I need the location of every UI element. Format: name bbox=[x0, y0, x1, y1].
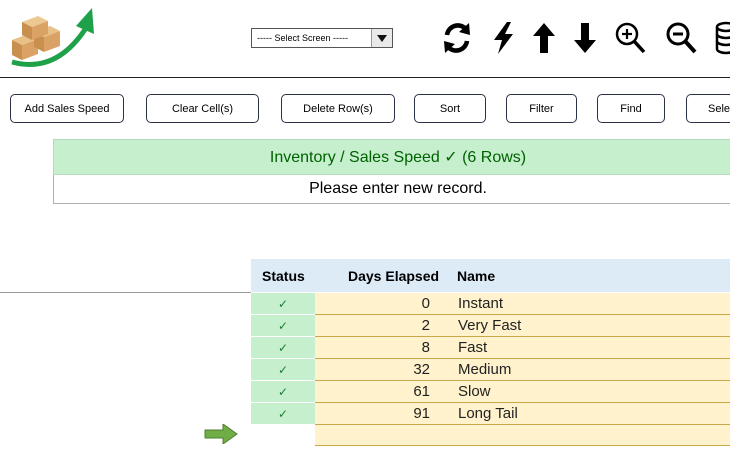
status-check-icon: ✓ bbox=[251, 381, 315, 403]
lightning-icon[interactable] bbox=[487, 20, 521, 56]
table-divider bbox=[0, 292, 251, 293]
delete-rows-button[interactable]: Delete Row(s) bbox=[281, 94, 395, 123]
filter-button[interactable]: Filter bbox=[506, 94, 577, 123]
chevron-down-icon[interactable] bbox=[371, 29, 392, 47]
table-row[interactable]: ✓ 8 Fast bbox=[251, 337, 730, 359]
table-row[interactable]: ✓ 32 Medium bbox=[251, 359, 730, 381]
status-check-icon: ✓ bbox=[251, 315, 315, 337]
table-banner: Inventory / Sales Speed ✓ (6 Rows) bbox=[53, 139, 730, 175]
add-sales-speed-button[interactable]: Add Sales Speed bbox=[10, 94, 124, 123]
screen-select[interactable]: ----- Select Screen ----- bbox=[251, 28, 393, 48]
boxes-growth-logo-icon bbox=[11, 8, 94, 67]
days-elapsed-cell[interactable]: 91 bbox=[315, 405, 430, 422]
status-check-icon: ✓ bbox=[251, 403, 315, 425]
app-logo bbox=[8, 6, 98, 72]
name-cell[interactable]: Long Tail bbox=[458, 405, 518, 422]
arrow-up-icon[interactable] bbox=[527, 20, 561, 56]
column-header-days-elapsed[interactable]: Days Elapsed bbox=[348, 268, 439, 284]
status-check-icon: ✓ bbox=[251, 337, 315, 359]
status-message: Please enter new record. bbox=[53, 175, 730, 204]
status-check-icon: ✓ bbox=[251, 293, 315, 315]
column-header-name[interactable]: Name bbox=[457, 268, 495, 284]
status-message-text: Please enter new record. bbox=[309, 180, 487, 197]
table-row[interactable]: ✓ 2 Very Fast bbox=[251, 315, 730, 337]
table-row[interactable]: ✓ 0 Instant bbox=[251, 293, 730, 315]
status-check-icon: ✓ bbox=[251, 359, 315, 381]
arrow-down-icon[interactable] bbox=[568, 20, 602, 56]
select-button[interactable]: Sele bbox=[686, 94, 730, 123]
days-elapsed-cell[interactable]: 0 bbox=[315, 295, 430, 312]
clear-cells-button[interactable]: Clear Cell(s) bbox=[146, 94, 259, 123]
name-cell[interactable]: Very Fast bbox=[458, 317, 521, 334]
header-divider bbox=[0, 77, 730, 78]
arrow-right-icon bbox=[204, 423, 238, 445]
name-cell[interactable]: Instant bbox=[458, 295, 503, 312]
banner-title: Inventory / Sales Speed ✓ (6 Rows) bbox=[269, 149, 527, 166]
days-elapsed-cell[interactable]: 2 bbox=[315, 317, 430, 334]
find-button[interactable]: Find bbox=[597, 94, 665, 123]
column-header-status[interactable]: Status bbox=[262, 268, 305, 284]
table-row[interactable]: ✓ 91 Long Tail bbox=[251, 403, 730, 425]
screen-select-value: ----- Select Screen ----- bbox=[257, 33, 349, 43]
name-cell[interactable]: Fast bbox=[458, 339, 487, 356]
zoom-out-icon[interactable] bbox=[664, 20, 698, 56]
name-cell[interactable]: Slow bbox=[458, 383, 491, 400]
database-icon[interactable] bbox=[712, 20, 730, 56]
refresh-icon[interactable] bbox=[440, 20, 474, 56]
table-row[interactable]: ✓ 61 Slow bbox=[251, 381, 730, 403]
name-cell[interactable]: Medium bbox=[458, 361, 511, 378]
table-header: Status Days Elapsed Name bbox=[251, 259, 730, 292]
days-elapsed-cell[interactable]: 8 bbox=[315, 339, 430, 356]
days-elapsed-cell[interactable]: 32 bbox=[315, 361, 430, 378]
sort-button[interactable]: Sort bbox=[414, 94, 486, 123]
days-elapsed-cell[interactable]: 61 bbox=[315, 383, 430, 400]
new-record-row[interactable] bbox=[315, 424, 730, 446]
zoom-in-icon[interactable] bbox=[613, 20, 647, 56]
